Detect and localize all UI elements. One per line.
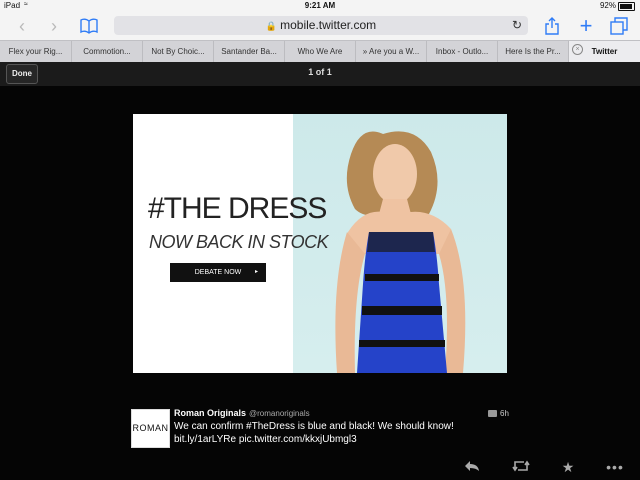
tweet-line-1: We can confirm #TheDress is blue and bla… xyxy=(174,421,454,432)
battery-percent: 92% xyxy=(599,1,616,10)
bookmarks-icon[interactable] xyxy=(78,15,100,37)
retweet-icon[interactable] xyxy=(510,459,532,475)
tweet-age: 6h xyxy=(500,409,509,418)
back-icon[interactable]: ‹ xyxy=(14,15,30,37)
address-bar[interactable]: 🔒 mobile.twitter.com ↻ xyxy=(114,16,528,35)
page-counter: 1 of 1 xyxy=(308,67,332,77)
media-viewer-header: Done 1 of 1 xyxy=(0,62,640,86)
ad-subline: NOW BACK IN STOCK xyxy=(149,232,329,252)
new-tab-icon[interactable]: + xyxy=(576,15,596,37)
tweet-links[interactable]: bit.ly/1arLYRe pic.twitter.com/kkxjUbmgl… xyxy=(174,433,514,446)
author-handle: @romanoriginals xyxy=(249,409,310,418)
browser-toolbar: ‹ › 🔒 mobile.twitter.com ↻ + xyxy=(0,12,640,40)
tweet: ROMAN Roman Originals @romanoriginals 6h … xyxy=(130,405,520,449)
arrow-right-icon: ▸ xyxy=(254,269,258,275)
tab-commotion[interactable]: Commotion... xyxy=(72,41,143,62)
tweet-photo[interactable]: #THE DRESS NOW BACK IN STOCK DEBATE NOW ▸ xyxy=(133,114,507,373)
tab-who-we-are[interactable]: Who We Are xyxy=(285,41,356,62)
close-tab-icon[interactable]: × xyxy=(572,44,583,55)
tab-bar: Flex your Rig... Commotion... Not By Cho… xyxy=(0,40,640,62)
favorite-icon[interactable]: ★ xyxy=(559,459,577,475)
tabs-icon[interactable] xyxy=(608,15,630,37)
ad-headline: #THE DRESS xyxy=(148,192,327,225)
tab-santander[interactable]: Santander Ba... xyxy=(214,41,285,62)
avatar[interactable]: ROMAN xyxy=(131,409,170,448)
reply-icon[interactable] xyxy=(462,459,482,475)
battery-icon xyxy=(618,2,635,11)
clock: 9:21 AM xyxy=(304,1,336,10)
debate-label: DEBATE NOW xyxy=(194,269,242,276)
tab-inbox[interactable]: Inbox - Outlo... xyxy=(427,41,498,62)
tab-not-by-choice[interactable]: Not By Choic... xyxy=(143,41,214,62)
tab-here-is[interactable]: Here Is the Pr... xyxy=(498,41,569,62)
reload-icon[interactable]: ↻ xyxy=(512,16,522,35)
media-icon xyxy=(488,410,497,417)
lock-icon: 🔒 xyxy=(265,21,278,31)
debate-now-button: DEBATE NOW ▸ xyxy=(170,263,266,282)
tab-are-you[interactable]: » Are you a W... xyxy=(356,41,427,62)
forward-icon[interactable]: › xyxy=(46,15,62,37)
tweet-timestamp: 6h xyxy=(488,409,509,418)
tweet-text: We can confirm #TheDress is blue and bla… xyxy=(174,420,514,446)
more-icon[interactable]: ••• xyxy=(602,459,628,475)
url-text: mobile.twitter.com xyxy=(280,18,377,32)
status-bar: iPad ≈ 9:21 AM 92% xyxy=(0,0,640,12)
author-name: Roman Originals xyxy=(174,408,247,418)
tab-flex[interactable]: Flex your Rig... xyxy=(0,41,72,62)
share-icon[interactable] xyxy=(542,15,562,37)
tweet-author[interactable]: Roman Originals @romanoriginals xyxy=(174,408,310,418)
